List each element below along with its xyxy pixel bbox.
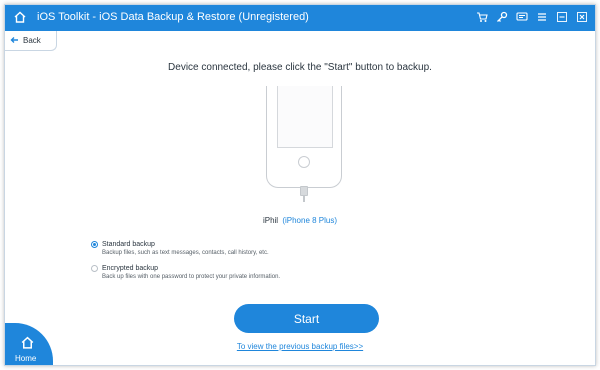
home-label: Home <box>15 354 37 363</box>
option-title: Encrypted backup <box>102 265 159 272</box>
device-model: (iPhone 8 Plus) <box>282 216 338 225</box>
back-button[interactable]: Back <box>5 31 57 51</box>
standard-backup-radio[interactable] <box>91 241 98 248</box>
option-desc: Backup files, such as text messages, con… <box>102 250 269 256</box>
option-encrypted-backup[interactable]: Encrypted backup Back up files with one … <box>91 265 280 280</box>
title-bar: iOS Toolkit - iOS Data Backup & Restore … <box>5 5 595 31</box>
close-icon[interactable] <box>575 9 589 25</box>
option-title: Standard backup <box>102 241 155 248</box>
key-icon[interactable] <box>495 9 509 25</box>
option-desc: Back up files with one password to prote… <box>102 274 281 280</box>
cable-plug <box>300 186 308 196</box>
window-title: iOS Toolkit - iOS Data Backup & Restore … <box>37 11 309 23</box>
option-standard-backup[interactable]: Standard backup Backup files, such as te… <box>91 241 269 256</box>
cable <box>303 196 305 202</box>
minimize-icon[interactable] <box>555 9 569 25</box>
phone-illustration <box>266 86 342 188</box>
previous-backups-link[interactable]: To view the previous backup files>> <box>5 342 595 351</box>
cart-icon[interactable] <box>475 9 489 25</box>
window-controls <box>475 9 589 25</box>
encrypted-backup-radio[interactable] <box>91 265 98 272</box>
menu-icon[interactable] <box>535 9 549 25</box>
home-icon <box>20 335 35 355</box>
device-info: iPhil (iPhone 8 Plus) <box>5 216 595 225</box>
phone-home-button <box>298 156 310 168</box>
chat-icon[interactable] <box>515 9 529 25</box>
home-button[interactable]: Home <box>5 323 53 365</box>
home-icon[interactable] <box>13 10 27 29</box>
device-name: iPhil <box>262 216 279 225</box>
back-label: Back <box>23 36 41 45</box>
status-headline: Device connected, please click the "Star… <box>168 62 432 73</box>
start-button[interactable]: Start <box>234 304 379 333</box>
phone-screen <box>277 86 333 148</box>
app-window: iOS Toolkit - iOS Data Backup & Restore … <box>4 4 596 366</box>
back-arrow-icon <box>10 32 19 50</box>
